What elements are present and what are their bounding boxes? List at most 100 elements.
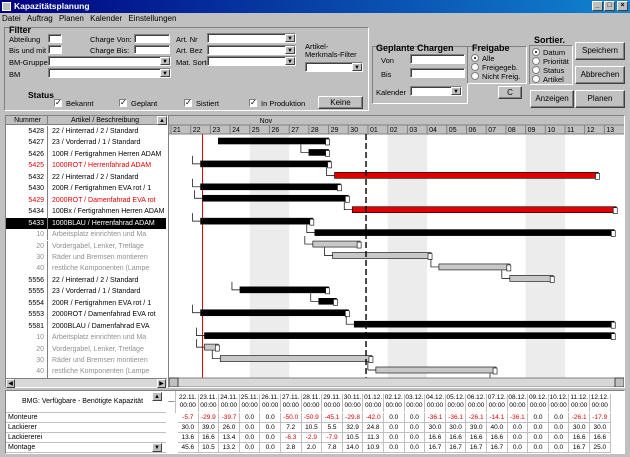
abteilung-input[interactable] bbox=[48, 34, 62, 43]
gantt-bar bbox=[200, 183, 341, 191]
c-button[interactable]: C bbox=[498, 86, 522, 99]
chevron-down-icon[interactable]: ▼ bbox=[160, 69, 170, 77]
in-produktion-checkbox[interactable]: ✓ bbox=[249, 99, 257, 107]
art-bez-select[interactable]: ▼ bbox=[207, 45, 296, 55]
bekannt-checkbox[interactable]: ✓ bbox=[54, 99, 62, 107]
von-input[interactable] bbox=[410, 54, 465, 64]
menu-bar: Datei Auftrag Planen Kalender Einstellun… bbox=[0, 13, 630, 25]
planen-button[interactable]: Planen bbox=[575, 90, 625, 108]
scroll-up-icon[interactable]: ▲ bbox=[157, 116, 167, 125]
minimize-button[interactable]: _ bbox=[592, 1, 603, 11]
list-item[interactable]: 5433 1000BLAU / Herrenfahrad ADAM bbox=[6, 217, 166, 230]
list-item[interactable]: 40 restliche Komponenten (Lampe bbox=[6, 366, 166, 378]
sortier-status-radio[interactable] bbox=[532, 66, 540, 74]
list-item[interactable]: 5555 23 / Vorderrad / 1 / Standard bbox=[6, 286, 166, 298]
list-item[interactable]: 5428 22 / Hinterrad / 2 / Standard bbox=[6, 126, 166, 138]
bm-gruppe-select[interactable]: ▼ bbox=[48, 56, 171, 66]
col-artikel[interactable]: Artikel / Beschreibung bbox=[50, 116, 160, 125]
chevron-down-icon[interactable]: ▼ bbox=[451, 87, 461, 95]
bar-end-marker bbox=[327, 161, 332, 169]
sistiert-checkbox[interactable]: ✓ bbox=[184, 99, 192, 107]
capacity-cell: 16.6 bbox=[445, 433, 467, 443]
list-hscrollbar[interactable]: ◀ ▶ bbox=[6, 378, 167, 388]
list-item[interactable]: 40 restliche Komponenten (Lampe bbox=[6, 263, 166, 275]
keine-button[interactable]: Keine bbox=[318, 96, 363, 109]
scroll-left-icon[interactable]: ◀ bbox=[6, 379, 15, 388]
gantt-svg[interactable]: Nov 21 22 23 24 25 26 27 28 29 30 01 02 03 04 05 06 07 08 0… bbox=[169, 116, 624, 387]
list-item[interactable]: 5427 23 / Vorderrad / 1 / Standard bbox=[6, 137, 166, 149]
sortier-artikel-radio[interactable] bbox=[532, 75, 540, 83]
art-nr-select[interactable]: ▼ bbox=[207, 33, 296, 43]
menu-datei[interactable]: Datei bbox=[2, 14, 21, 23]
cap-scroll-down-icon[interactable]: ▼ bbox=[152, 443, 162, 452]
anzeigen-button[interactable]: Anzeigen bbox=[530, 90, 574, 108]
cap-scroll-up-icon[interactable]: ▲ bbox=[152, 392, 162, 401]
freigabe-alle-radio[interactable] bbox=[471, 54, 479, 62]
capacity-cell: 0.0 bbox=[404, 413, 426, 423]
geplant-checkbox[interactable]: ✓ bbox=[119, 99, 127, 107]
bm-label: BM bbox=[9, 70, 21, 79]
menu-kalender[interactable]: Kalender bbox=[90, 14, 122, 23]
bm-select[interactable]: ▼ bbox=[48, 68, 171, 78]
day-label: 10 bbox=[547, 127, 555, 134]
list-item[interactable]: 5426 100R / Fertigrahmen Herren ADAM bbox=[6, 148, 166, 161]
dependency-arrow bbox=[324, 247, 333, 256]
chevron-down-icon[interactable]: ▼ bbox=[160, 57, 170, 65]
list-item[interactable]: 5425 1000ROT / Herrenfahrad ADAM bbox=[6, 160, 166, 172]
menu-einstellungen[interactable]: Einstellungen bbox=[128, 14, 176, 23]
capacity-cell: -17.9 bbox=[590, 413, 611, 423]
list-item[interactable]: 30 Räder und Bremsen montieren bbox=[6, 251, 166, 264]
list-item[interactable]: 30 Räder und Bremsen montieren bbox=[6, 355, 166, 367]
dependency-arrow bbox=[192, 155, 201, 165]
capacity-cell: 2.8 bbox=[281, 443, 302, 453]
chevron-down-icon[interactable]: ▼ bbox=[285, 46, 295, 54]
capacity-cell: -26.1 bbox=[569, 413, 590, 423]
merkmals-filter-select[interactable]: ▼ bbox=[305, 62, 363, 72]
capacity-cell: 0.0 bbox=[507, 433, 529, 443]
list-item[interactable]: 5434 100Bx / Fertigrahmen Herren ADAM bbox=[6, 206, 166, 218]
capacity-cell: 45.6 bbox=[178, 443, 199, 453]
speichern-button[interactable]: Speichern bbox=[575, 42, 625, 60]
freigabe-alle-label: Alle bbox=[482, 54, 495, 63]
list-item[interactable]: 10 Arbeitsplatz einrichten und Ma bbox=[6, 229, 166, 241]
capacity-cell: 0.0 bbox=[404, 423, 426, 433]
chevron-down-icon[interactable]: ▼ bbox=[285, 34, 295, 42]
mat-sorte-select[interactable]: ▼ bbox=[207, 56, 296, 66]
list-item[interactable]: 5432 22 / Hinterrad / 2 / Standard bbox=[6, 171, 166, 184]
list-item[interactable]: 10 Arbeitsplatz einrichten und Ma bbox=[6, 332, 166, 344]
bar-end-marker bbox=[506, 264, 512, 272]
scroll-right-icon[interactable]: ▶ bbox=[157, 379, 166, 388]
sortier-prioritaet-radio[interactable] bbox=[532, 57, 540, 65]
dependency-arrow bbox=[501, 270, 510, 279]
bis-und-mit-input[interactable] bbox=[48, 45, 62, 54]
abbrechen-button[interactable]: Abbrechen bbox=[575, 66, 625, 84]
list-item[interactable]: 5553 2000ROT / Damenfahrad EVA rot bbox=[6, 309, 166, 321]
list-item[interactable]: 5429 2000ROT / Damenfahrad EVA rot bbox=[6, 194, 166, 207]
col-nummer[interactable]: Nummer bbox=[8, 116, 48, 125]
charge-von-input[interactable] bbox=[134, 34, 170, 43]
charge-bis-input[interactable] bbox=[134, 45, 170, 54]
capacity-cell: 16.7 bbox=[487, 443, 508, 453]
freigabe-freigegeb-radio[interactable] bbox=[471, 63, 479, 71]
capacity-date-header: 04.12. 00:00 bbox=[425, 394, 446, 412]
freigabe-nicht-freig-radio[interactable] bbox=[471, 72, 479, 80]
menu-planen[interactable]: Planen bbox=[59, 14, 84, 23]
month-label: Nov bbox=[260, 118, 273, 125]
kalender-select[interactable]: ▼ bbox=[410, 86, 462, 96]
chevron-down-icon[interactable]: ▼ bbox=[285, 57, 295, 65]
list-item[interactable]: 5554 200R / Fertigrahmen EVA rot / 1 bbox=[6, 297, 166, 310]
maximize-button[interactable]: □ bbox=[604, 1, 615, 11]
sortier-datum-radio[interactable] bbox=[532, 48, 540, 56]
close-button[interactable]: × bbox=[617, 1, 628, 11]
list-item[interactable]: 5556 22 / Hinterrad / 2 / Standard bbox=[6, 274, 166, 287]
bis-input[interactable] bbox=[410, 68, 465, 78]
list-item[interactable]: 20 Vordergabel, Lenker, Tretlage bbox=[6, 240, 166, 252]
list-item[interactable]: 5430 200R / Fertigrahmen EVA rot / 1 bbox=[6, 183, 166, 195]
capacity-cell: 13.4 bbox=[219, 433, 240, 443]
list-item[interactable]: 5581 2000BLAU / Damenfahrad EVA bbox=[6, 320, 166, 333]
list-item-article: restliche Komponenten (Lampe bbox=[52, 265, 150, 273]
menu-auftrag[interactable]: Auftrag bbox=[27, 14, 53, 23]
chevron-down-icon[interactable]: ▼ bbox=[352, 63, 362, 71]
list-item-article: Räder und Bremsen montieren bbox=[52, 253, 148, 261]
list-item[interactable]: 20 Vordergabel, Lenker, Tretlage bbox=[6, 343, 166, 355]
